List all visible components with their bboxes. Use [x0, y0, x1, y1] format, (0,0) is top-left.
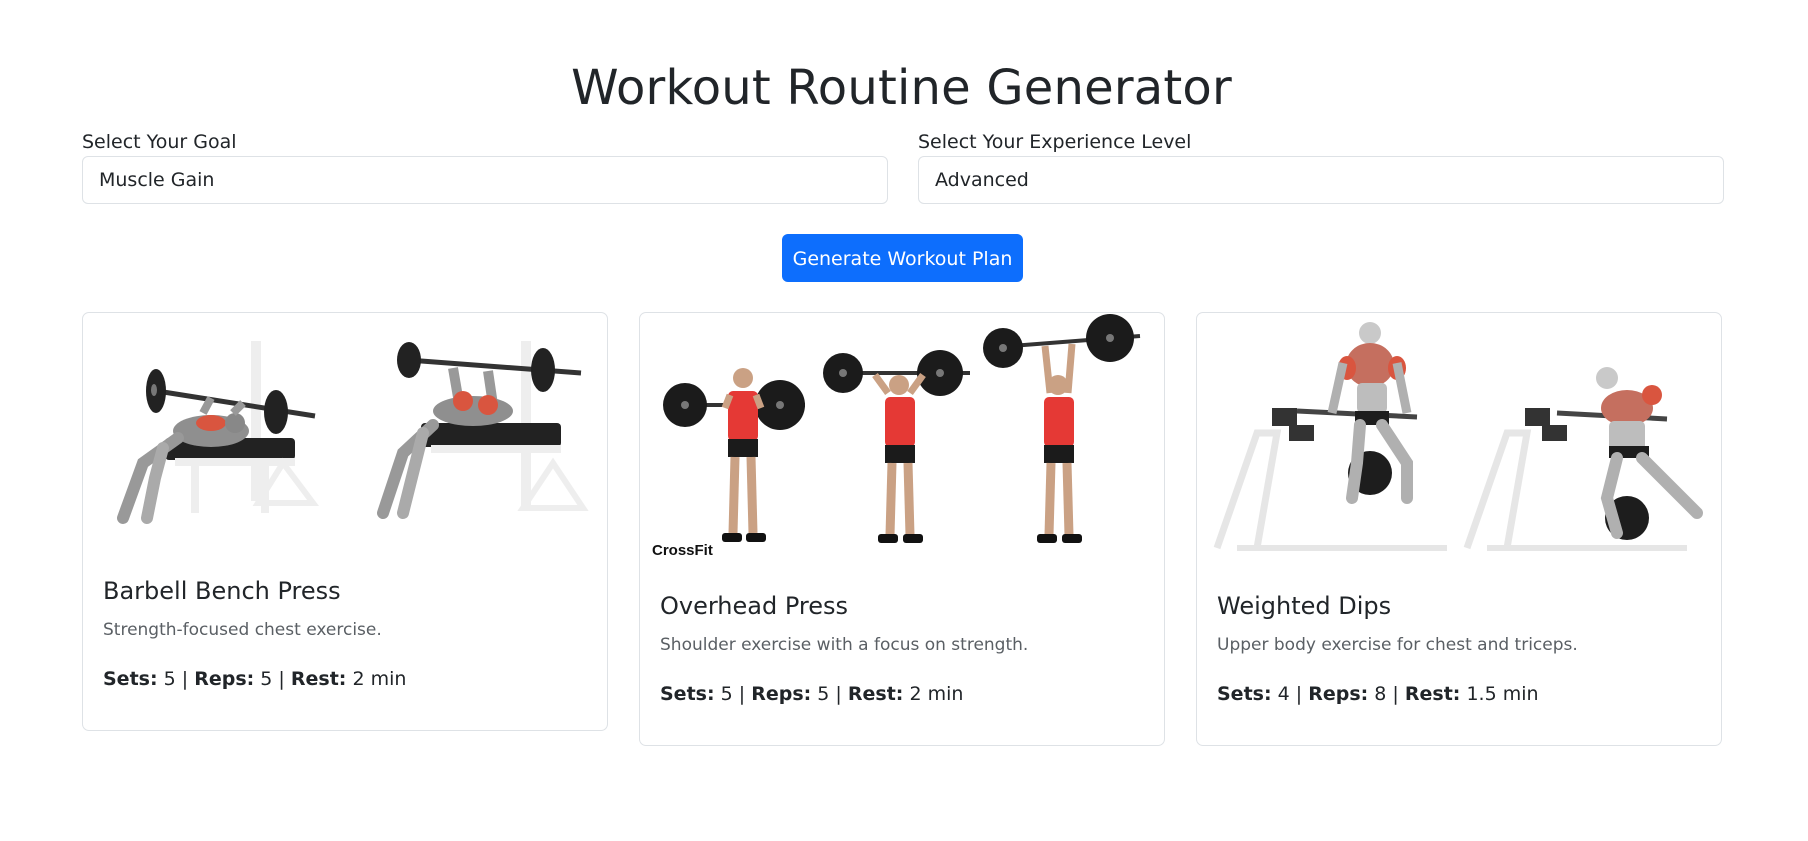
- bench-press-illustration: [83, 313, 607, 556]
- exercise-description: Strength-focused chest exercise.: [103, 620, 382, 640]
- separator: |: [1295, 683, 1303, 705]
- reps-label: Reps:: [1308, 683, 1369, 705]
- sets-value: 5: [163, 668, 176, 690]
- generate-workout-button[interactable]: Generate Workout Plan: [782, 234, 1023, 282]
- goal-label: Select Your Goal: [82, 131, 237, 153]
- rest-value: 2 min: [909, 683, 964, 705]
- overhead-press-illustration: CrossFit: [640, 313, 1164, 571]
- page-title: Workout Routine Generator: [571, 60, 1232, 116]
- goal-field: Select Your Goal Muscle Gain: [82, 129, 888, 204]
- rest-label: Rest:: [1404, 683, 1461, 705]
- exercise-name: Overhead Press: [660, 592, 849, 620]
- separator: |: [278, 668, 285, 690]
- rest-label: Rest:: [847, 683, 904, 705]
- rest-label: Rest:: [290, 668, 347, 690]
- exercise-stats: Sets: 5 | Reps: 5 | Rest: 2 min: [660, 681, 1144, 707]
- experience-select[interactable]: Advanced: [918, 156, 1724, 204]
- reps-value: 5: [817, 683, 830, 705]
- exercise-description: Upper body exercise for chest and tricep…: [1217, 635, 1578, 655]
- weighted-dips-illustration: [1197, 313, 1721, 571]
- crossfit-logo: CrossFit: [652, 542, 713, 559]
- exercise-description: Shoulder exercise with a focus on streng…: [660, 635, 1029, 655]
- exercise-card: Weighted Dips Upper body exercise for ch…: [1196, 312, 1722, 746]
- rest-value: 2 min: [352, 668, 407, 690]
- exercise-stats: Sets: 4 | Reps: 8 | Rest: 1.5 min: [1217, 681, 1701, 707]
- sets-label: Sets:: [1217, 683, 1272, 705]
- goal-select[interactable]: Muscle Gain: [82, 156, 888, 204]
- reps-label: Reps:: [194, 668, 255, 690]
- card-body: Barbell Bench Press Strength-focused che…: [83, 556, 607, 712]
- sets-value: 5: [720, 683, 733, 705]
- exercise-card: CrossFit Overhead Press Shoulder exercis…: [639, 312, 1165, 746]
- sets-label: Sets:: [103, 668, 158, 690]
- card-body: Weighted Dips Upper body exercise for ch…: [1197, 571, 1721, 727]
- exercise-card: Barbell Bench Press Strength-focused che…: [82, 312, 608, 731]
- reps-label: Reps:: [751, 683, 812, 705]
- reps-value: 8: [1374, 683, 1387, 705]
- reps-value: 5: [260, 668, 273, 690]
- sets-label: Sets:: [660, 683, 715, 705]
- separator: |: [181, 668, 189, 690]
- sets-value: 4: [1277, 683, 1290, 705]
- card-body: Overhead Press Shoulder exercise with a …: [640, 571, 1164, 727]
- exercise-name: Weighted Dips: [1217, 592, 1392, 620]
- experience-label: Select Your Experience Level: [918, 131, 1192, 153]
- separator: |: [835, 683, 842, 705]
- rest-value: 1.5 min: [1466, 683, 1539, 705]
- exercise-name: Barbell Bench Press: [103, 577, 341, 605]
- separator: |: [1392, 683, 1399, 705]
- experience-field: Select Your Experience Level Advanced: [918, 129, 1724, 204]
- separator: |: [738, 683, 746, 705]
- exercise-stats: Sets: 5 | Reps: 5 | Rest: 2 min: [103, 666, 587, 692]
